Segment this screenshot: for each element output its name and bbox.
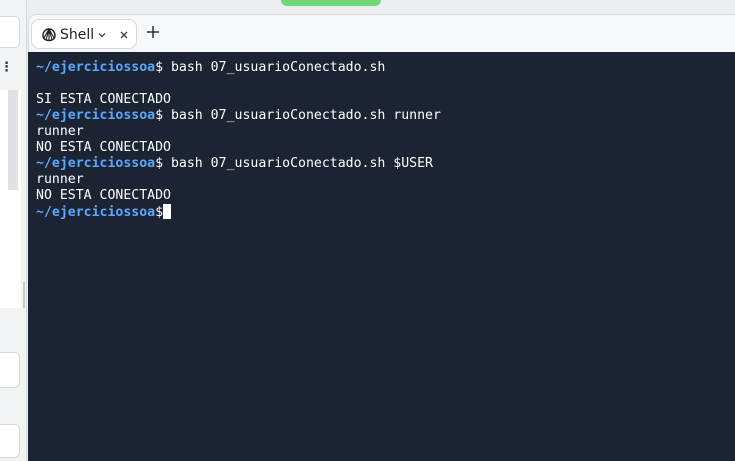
- terminal-line: NO ESTA CONECTADO: [36, 188, 171, 203]
- terminal-cursor: [163, 204, 172, 219]
- terminal-line: ~/ejerciciossoa$ bash 07_usuarioConectad…: [36, 156, 735, 172]
- sidebar-card[interactable]: [0, 424, 20, 458]
- terminal-line: ~/ejerciciossoa$ bash 07_usuarioConectad…: [36, 60, 735, 76]
- prompt-path: ~/ejerciciossoa: [36, 108, 156, 123]
- plus-icon[interactable]: [145, 24, 161, 40]
- terminal-line: ~/ejerciciossoa$ bash 07_usuarioConectad…: [36, 108, 735, 124]
- shell-icon: [42, 28, 56, 42]
- chevron-down-icon[interactable]: [97, 30, 107, 40]
- close-icon[interactable]: [117, 28, 131, 42]
- sidebar-card[interactable]: [0, 352, 20, 388]
- prompt-symbol: $: [155, 156, 164, 171]
- tab-label: Shell: [60, 27, 95, 43]
- sidebar-card[interactable]: [0, 16, 20, 48]
- more-vertical-icon[interactable]: ⋮: [0, 58, 13, 78]
- command-text: bash 07_usuarioConectado.sh runner: [163, 108, 441, 123]
- command-text: bash 07_usuarioConectado.sh: [163, 60, 386, 75]
- resize-handle[interactable]: [23, 282, 25, 308]
- command-text: bash 07_usuarioConectado.sh $USER: [163, 156, 433, 171]
- terminal-line: SI ESTA CONECTADO: [36, 92, 171, 107]
- prompt-path: ~/ejerciciossoa: [36, 156, 156, 171]
- prompt-path: ~/ejerciciossoa: [36, 60, 156, 75]
- tab-shell[interactable]: Shell: [31, 19, 137, 49]
- terminal[interactable]: ~/ejerciciossoa$ bash 07_usuarioConectad…: [28, 52, 735, 461]
- sidebar-scrollbar[interactable]: [8, 90, 18, 190]
- top-accent-bar: [281, 0, 381, 6]
- terminal-line: runner: [36, 172, 84, 187]
- prompt-symbol: $: [155, 60, 164, 75]
- terminal-line: NO ESTA CONECTADO: [36, 140, 171, 155]
- terminal-line: runner: [36, 124, 84, 139]
- terminal-line: ~/ejerciciossoa$: [36, 204, 735, 220]
- prompt-symbol: $: [155, 205, 164, 220]
- prompt-symbol: $: [155, 108, 164, 123]
- left-sidebar: ⋮: [0, 0, 27, 461]
- prompt-path: ~/ejerciciossoa: [36, 205, 156, 220]
- tab-bar: Shell: [28, 14, 735, 52]
